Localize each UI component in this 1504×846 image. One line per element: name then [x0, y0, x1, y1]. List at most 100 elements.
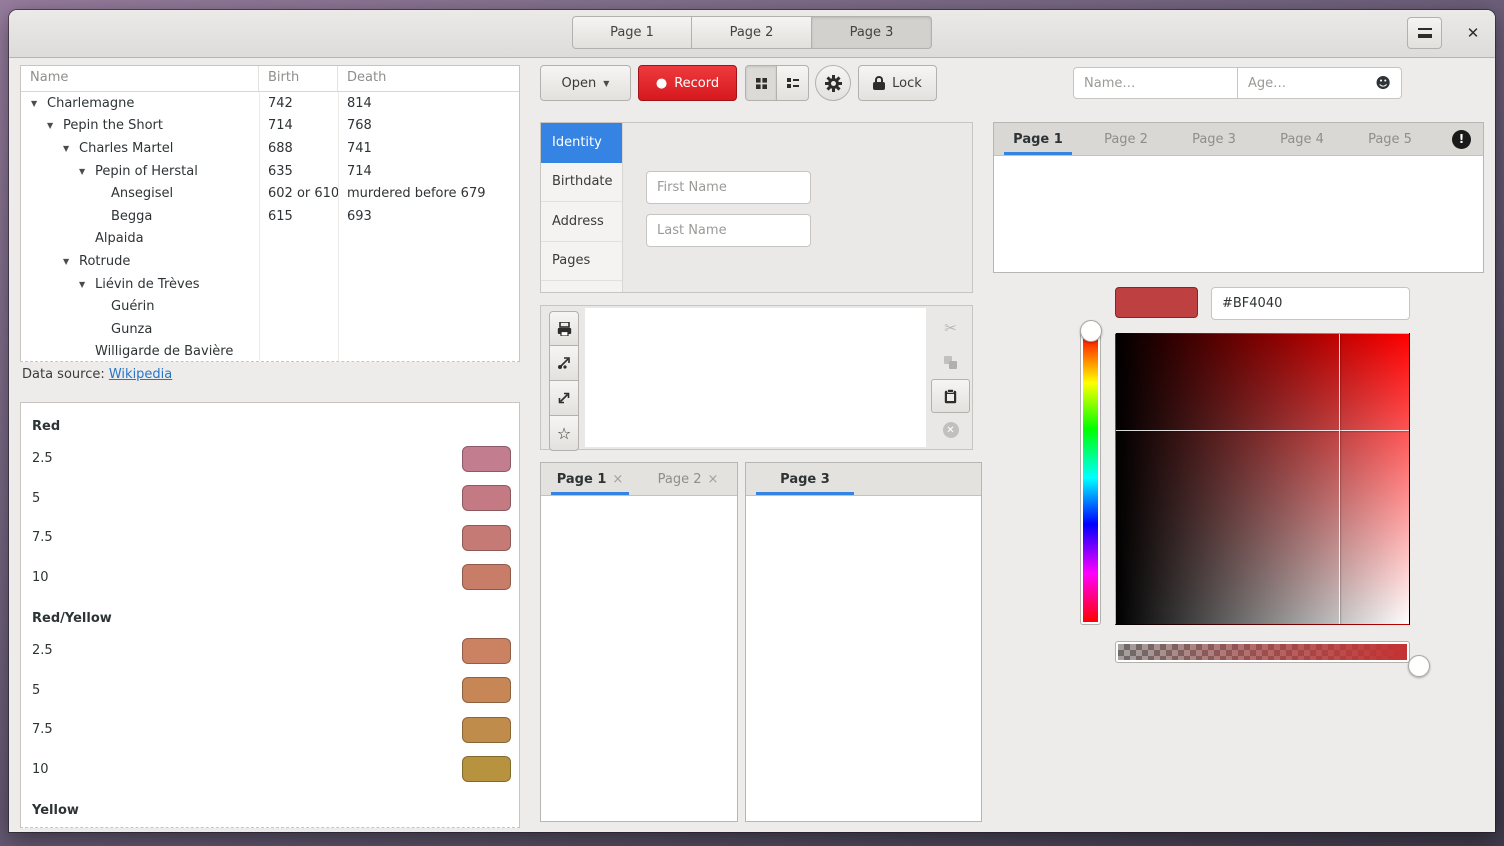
tab-page-4[interactable]: Page 4 — [1258, 123, 1346, 155]
name-placeholder: Name… — [1084, 76, 1135, 91]
saturation-value-plane[interactable] — [1115, 333, 1410, 625]
color-list-item[interactable]: 7.5 — [21, 710, 519, 750]
cut-button[interactable]: ✂ — [931, 311, 970, 345]
window-close-button[interactable]: ✕ — [1457, 17, 1489, 49]
notebook-right-tabs: Page 1Page 2Page 3Page 4Page 5! — [994, 123, 1483, 156]
tree-row[interactable]: Gunza — [21, 318, 519, 341]
tree-cell-name: ▼Charlemagne — [21, 96, 259, 111]
first-name-field[interactable]: First Name — [646, 171, 811, 204]
tab-page-5[interactable]: Page 5 — [1346, 123, 1434, 155]
star-icon: ☆ — [557, 424, 571, 443]
list-view-button[interactable] — [777, 65, 809, 101]
hex-color-field[interactable]: #BF4040 — [1211, 287, 1410, 320]
sv-crosshair-vertical — [1339, 334, 1340, 624]
expander-icon[interactable]: ▼ — [31, 99, 47, 108]
right-toolbar: ✂ ✕ — [931, 311, 970, 447]
tab-page-2[interactable]: Page 2 — [1082, 123, 1170, 155]
grid-view-button[interactable] — [745, 65, 777, 101]
primary-menu-button[interactable] — [1407, 17, 1442, 49]
color-list-item[interactable]: 5 — [21, 479, 519, 519]
share-button[interactable] — [549, 346, 579, 381]
sidebar-item-address[interactable]: Address — [541, 202, 622, 242]
record-button[interactable]: ● Record — [638, 65, 737, 101]
lock-button[interactable]: Lock — [858, 65, 937, 101]
emoji-picker-icon[interactable]: ☻ — [1375, 74, 1391, 92]
color-list-item[interactable]: 2.5 — [21, 439, 519, 479]
tree-row[interactable]: ▼Pepin the Short714768 — [21, 115, 519, 138]
tab-page-1[interactable]: Page 1× — [541, 463, 639, 495]
tree-row[interactable]: Guérin — [21, 295, 519, 318]
color-swatch[interactable] — [462, 756, 511, 782]
tab-close-icon[interactable]: × — [707, 472, 718, 487]
expander-icon[interactable]: ▼ — [79, 280, 95, 289]
tree-column-death[interactable]: Death — [338, 66, 519, 91]
warning-icon[interactable]: ! — [1452, 130, 1471, 149]
last-name-field[interactable]: Last Name — [646, 214, 811, 247]
tree-name-label: Rotrude — [79, 254, 130, 269]
tab-page-2[interactable]: Page 2 × — [639, 463, 737, 495]
color-swatch[interactable] — [462, 638, 511, 664]
expander-icon[interactable]: ▼ — [63, 257, 79, 266]
copy-button[interactable] — [931, 345, 970, 379]
tree-row[interactable]: ▼Charlemagne742814 — [21, 92, 519, 115]
color-swatch[interactable] — [462, 446, 511, 472]
color-swatch[interactable] — [462, 525, 511, 551]
sidebar-item-pages[interactable]: Pages — [541, 242, 622, 282]
tree-row[interactable]: ▼Charles Martel688741 — [21, 137, 519, 160]
expander-icon[interactable]: ▼ — [47, 121, 63, 130]
fullscreen-button[interactable] — [549, 381, 579, 416]
tree-row[interactable]: ▼Liévin de Trèves — [21, 273, 519, 296]
color-list-item[interactable]: 10 — [21, 750, 519, 790]
color-list-item[interactable]: 5 — [21, 671, 519, 711]
favorite-button[interactable]: ☆ — [549, 416, 579, 451]
paste-button[interactable] — [931, 379, 970, 413]
hue-slider-handle[interactable] — [1080, 320, 1102, 342]
gear-icon — [825, 75, 842, 92]
tree-cell-name: ▼Charles Martel — [21, 141, 259, 156]
tree-row[interactable]: Begga615693 — [21, 205, 519, 228]
name-field[interactable]: Name… — [1073, 67, 1238, 99]
text-view[interactable] — [585, 308, 926, 447]
open-button[interactable]: Open ▼ — [540, 65, 631, 101]
tree-row[interactable]: ▼Rotrude — [21, 250, 519, 273]
age-field[interactable]: Age… ☻ — [1238, 67, 1402, 99]
tree-column-birth[interactable]: Birth — [259, 66, 338, 91]
tree-row[interactable]: Ansegisel602 or 610murdered before 679 — [21, 182, 519, 205]
header-page-button[interactable]: Page 1 — [572, 16, 692, 49]
print-button[interactable] — [549, 311, 579, 346]
sidebar-item-identity[interactable]: Identity — [541, 123, 622, 163]
color-list-item[interactable]: 7.5 — [21, 518, 519, 558]
alpha-slider-handle[interactable] — [1408, 655, 1430, 677]
tree-row[interactable]: Alpaida — [21, 228, 519, 251]
tab-label: Page 2 — [658, 472, 702, 487]
delete-button[interactable]: ✕ — [931, 413, 970, 447]
color-swatch[interactable] — [462, 564, 511, 590]
header-page-button[interactable]: Page 3 — [812, 16, 932, 49]
tree-column-name[interactable]: Name — [21, 66, 259, 91]
tree-cell-name: ▼Pepin the Short — [21, 118, 259, 133]
color-swatch[interactable] — [462, 677, 511, 703]
tab-page-1[interactable]: Page 1 — [994, 123, 1082, 155]
tab-page-3[interactable]: Page 3 — [1170, 123, 1258, 155]
tree-row[interactable]: Willigarde de Bavière — [21, 341, 519, 362]
tree-cell-name: Willigarde de Bavière — [21, 344, 259, 359]
tab-close-icon[interactable]: × — [612, 472, 623, 487]
tree-row[interactable]: ▼Pepin of Herstal635714 — [21, 160, 519, 183]
tree-cell-death: murdered before 679 — [338, 186, 519, 201]
current-color-swatch[interactable] — [1115, 287, 1198, 318]
last-name-placeholder: Last Name — [657, 223, 727, 238]
header-page-button[interactable]: Page 2 — [692, 16, 812, 49]
color-list-item[interactable]: 10 — [21, 558, 519, 598]
settings-button[interactable] — [815, 65, 851, 101]
sidebar-item-birthdate[interactable]: Birthdate — [541, 163, 622, 203]
expander-icon[interactable]: ▼ — [63, 144, 79, 153]
color-swatch[interactable] — [462, 485, 511, 511]
alpha-slider[interactable] — [1115, 641, 1410, 663]
tab-page-3[interactable]: Page 3 — [746, 463, 864, 495]
color-swatch[interactable] — [462, 717, 511, 743]
hue-slider[interactable] — [1080, 331, 1101, 625]
wikipedia-link[interactable]: Wikipedia — [109, 367, 172, 382]
color-list-item[interactable]: 2.5 — [21, 631, 519, 671]
expander-icon[interactable]: ▼ — [79, 167, 95, 176]
expand-arrows-icon — [557, 391, 571, 405]
